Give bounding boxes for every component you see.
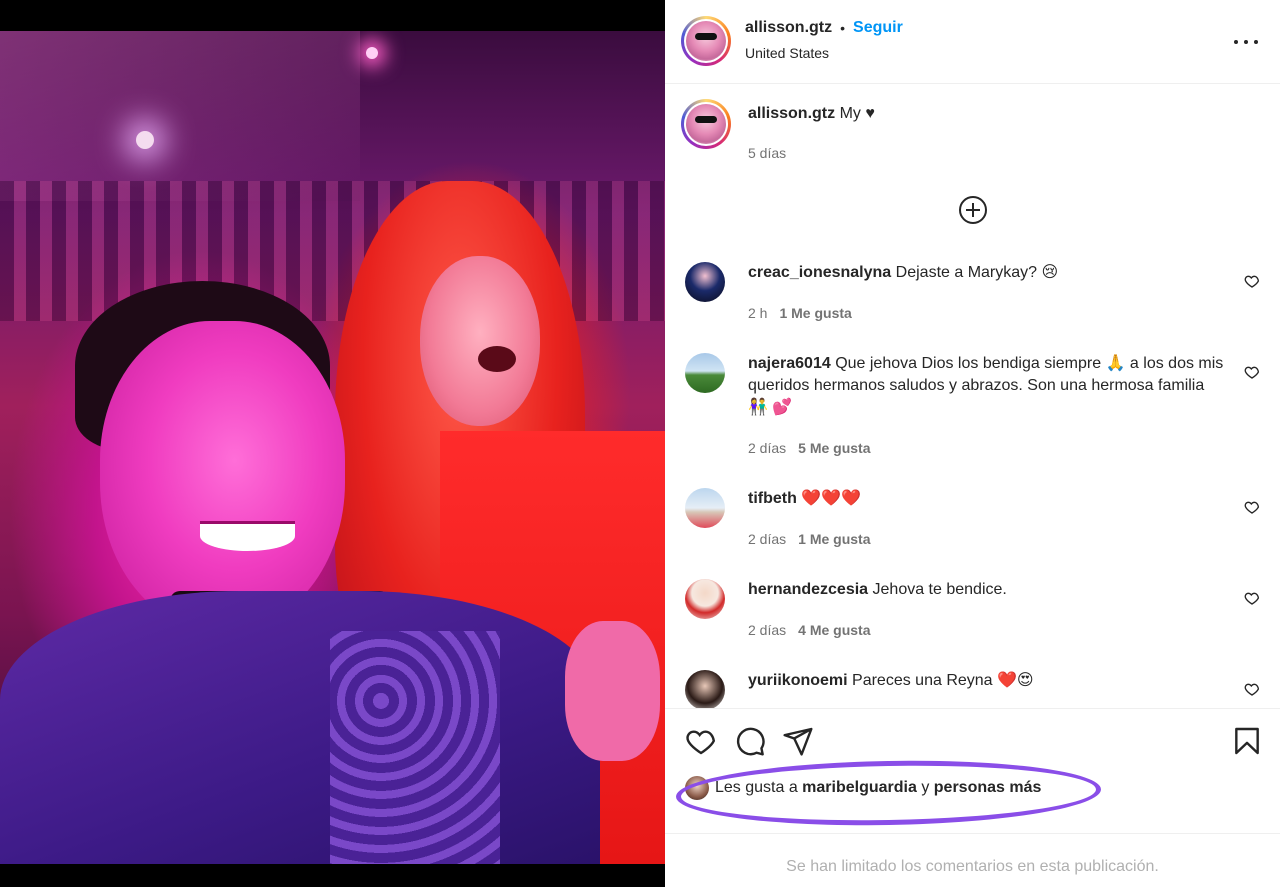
- stage-light: [366, 47, 378, 59]
- comment-like-heart-icon[interactable]: [1244, 364, 1260, 380]
- caption-username[interactable]: allisson.gtz: [748, 105, 835, 122]
- post-location[interactable]: United States: [745, 45, 829, 61]
- comment-likes[interactable]: 1 Me gusta: [779, 305, 851, 321]
- comment-item: najera6014 Que jehova Dios los bendiga s…: [685, 353, 1260, 463]
- comment-text: Pareces una Reyna ❤️😍: [852, 672, 1034, 689]
- caption-avatar[interactable]: [681, 99, 731, 149]
- comment-username[interactable]: creac_ionesnalyna: [748, 264, 891, 281]
- man-shirt-pattern: [330, 631, 500, 864]
- comment-text: Jehova te bendice.: [872, 581, 1007, 598]
- comment-time: 2 h: [748, 305, 768, 321]
- post-actions: Les gusta a maribelguardia y personas má…: [665, 708, 1280, 829]
- comment-username[interactable]: najera6014: [748, 355, 831, 372]
- comment-time: 2 días: [748, 622, 787, 638]
- man-jacket: [0, 591, 600, 864]
- add-circle-icon[interactable]: [958, 195, 988, 225]
- comments-limited-notice: Se han limitado los comentarios en esta …: [665, 833, 1280, 887]
- caption-time: 5 días: [748, 145, 787, 161]
- avatar-glasses: [695, 116, 717, 123]
- comment-like-heart-icon[interactable]: [1244, 681, 1260, 697]
- comment-icon[interactable]: [734, 725, 766, 757]
- woman-hand: [565, 621, 660, 761]
- comment-avatar[interactable]: [685, 262, 725, 302]
- man-face: [100, 321, 345, 631]
- bookmark-icon[interactable]: [1231, 725, 1263, 757]
- comment-item: yuriikonoemi Pareces una Reyna ❤️😍: [685, 670, 1260, 708]
- caption-text: My ♥: [839, 105, 875, 122]
- comment-avatar[interactable]: [685, 488, 725, 528]
- share-icon[interactable]: [782, 725, 814, 757]
- comment-avatar[interactable]: [685, 353, 725, 393]
- comment-avatar[interactable]: [685, 670, 725, 708]
- comment-text: Dejaste a Marykay? 😢: [895, 264, 1059, 281]
- highlight-annotation: [675, 757, 1102, 829]
- man-smile: [200, 521, 295, 551]
- comment-item: creac_ionesnalyna Dejaste a Marykay? 😢 2…: [685, 262, 1260, 332]
- comment-likes[interactable]: 1 Me gusta: [798, 531, 870, 547]
- comment-username[interactable]: hernandezcesia: [748, 581, 868, 598]
- comment-time: 2 días: [748, 531, 787, 547]
- post-photo[interactable]: [0, 0, 665, 887]
- avatar-glasses: [695, 33, 717, 40]
- comment-time: 2 días: [748, 440, 787, 456]
- comment-likes[interactable]: 5 Me gusta: [798, 440, 870, 456]
- follow-button[interactable]: Seguir: [853, 19, 903, 37]
- more-icon[interactable]: [1234, 30, 1258, 54]
- comment-like-heart-icon[interactable]: [1244, 590, 1260, 606]
- author-username[interactable]: allisson.gtz: [745, 19, 832, 37]
- comment-like-heart-icon[interactable]: [1244, 273, 1260, 289]
- ceiling-truss: [0, 31, 360, 201]
- comment-text: ❤️❤️❤️: [801, 490, 862, 507]
- comment-username[interactable]: tifbeth: [748, 490, 797, 507]
- post-image: [0, 31, 665, 864]
- comment-item: tifbeth ❤️❤️❤️ 2 días 1 Me gusta: [685, 488, 1260, 558]
- heart-icon[interactable]: [685, 725, 717, 757]
- comment-like-heart-icon[interactable]: [1244, 499, 1260, 515]
- comment-username[interactable]: yuriikonoemi: [748, 672, 848, 689]
- comment-item: hernandezcesia Jehova te bendice. 2 días…: [685, 579, 1260, 649]
- post-panel: allisson.gtz • Seguir United States alli…: [665, 0, 1280, 887]
- post-header: allisson.gtz • Seguir United States: [665, 0, 1280, 84]
- comment-avatar[interactable]: [685, 579, 725, 619]
- woman-face: [420, 256, 540, 426]
- comment-likes[interactable]: 4 Me gusta: [798, 622, 870, 638]
- author-avatar[interactable]: [681, 16, 731, 66]
- woman-mouth: [478, 346, 516, 372]
- separator-dot: •: [840, 20, 846, 36]
